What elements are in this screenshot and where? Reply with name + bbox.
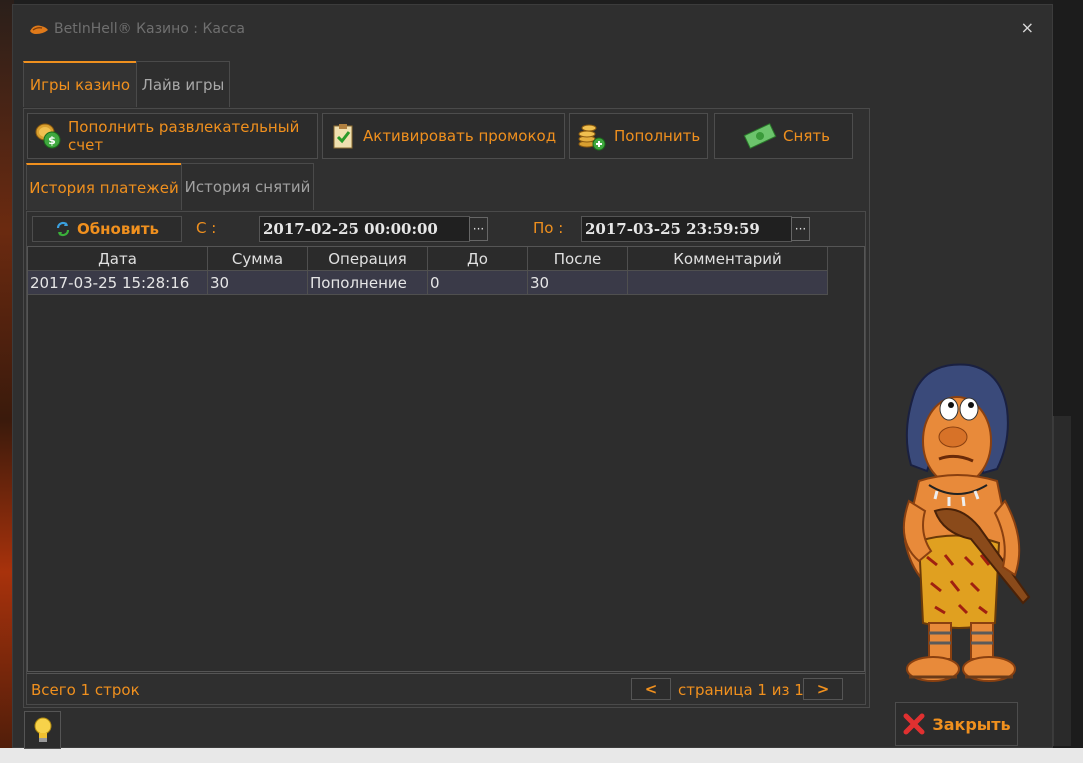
- coins-plus-icon: [578, 124, 606, 151]
- coins-dollar-icon: $: [35, 123, 61, 149]
- cell-comment: [628, 271, 828, 295]
- background-right-panel: [1053, 416, 1071, 746]
- cell-amount: 30: [208, 271, 308, 295]
- deposit-entertainment-label: Пополнить развлекательный счет: [68, 118, 300, 154]
- refresh-label: Обновить: [76, 220, 160, 238]
- date-from-picker-button[interactable]: ···: [469, 217, 488, 241]
- column-header-amount[interactable]: Сумма: [208, 247, 308, 271]
- tab-payment-history[interactable]: История платежей: [26, 163, 182, 210]
- table-row[interactable]: 2017-03-25 15:28:16 30 Пополнение 0 30: [28, 271, 828, 295]
- window-title: BetInHell® Казино : Касса: [54, 21, 245, 37]
- close-button[interactable]: Закрыть: [895, 702, 1018, 746]
- column-header-after[interactable]: После: [528, 247, 628, 271]
- title-bar[interactable]: BetInHell® Казино : Касса ×: [13, 5, 1052, 53]
- date-to-label: По :: [533, 219, 564, 237]
- app-logo-icon: [30, 25, 48, 34]
- refresh-icon: [56, 221, 70, 237]
- tab-live-games[interactable]: Лайв игры: [136, 61, 230, 107]
- cell-after: 30: [528, 271, 628, 295]
- activate-promo-button[interactable]: Активировать промокод: [322, 113, 565, 159]
- payment-history-panel: Обновить С : 2017-02-25 00:00:00 ··· По …: [26, 211, 866, 705]
- cell-date: 2017-03-25 15:28:16: [28, 271, 208, 295]
- next-page-button[interactable]: >: [803, 678, 843, 700]
- date-from-label: С :: [196, 219, 217, 237]
- activate-promo-label: Активировать промокод: [363, 127, 557, 145]
- column-header-date[interactable]: Дата: [28, 247, 208, 271]
- caveman-mascot-image: [902, 363, 1031, 682]
- tab-withdrawal-history[interactable]: История снятий: [181, 163, 314, 210]
- svg-text:$: $: [48, 134, 56, 147]
- withdraw-button[interactable]: Снять: [714, 113, 853, 159]
- close-icon: [903, 713, 925, 735]
- cashier-window: BetInHell® Казино : Касса × Игры казино …: [12, 4, 1053, 749]
- banknote-icon: [743, 123, 777, 149]
- background-bottom-edge: [0, 748, 1083, 763]
- refresh-button[interactable]: Обновить: [32, 216, 182, 242]
- deposit-button[interactable]: Пополнить: [569, 113, 708, 159]
- date-to-picker-button[interactable]: ···: [791, 217, 810, 241]
- page-indicator: страница 1 из 1: [678, 681, 804, 699]
- table-header: Дата Сумма Операция До После Комментарий: [28, 247, 828, 271]
- window-close-icon[interactable]: ×: [1021, 18, 1034, 37]
- deposit-label: Пополнить: [614, 127, 701, 145]
- cell-before: 0: [428, 271, 528, 295]
- payments-table[interactable]: Дата Сумма Операция До После Комментарий…: [27, 246, 865, 672]
- hint-button[interactable]: [24, 711, 61, 749]
- close-button-label: Закрыть: [932, 714, 1011, 734]
- clipboard-check-icon: [333, 124, 353, 149]
- status-bar: Всего 1 строк < страница 1 из 1 >: [27, 673, 865, 704]
- total-rows-label: Всего 1 строк: [31, 681, 140, 699]
- date-from-input[interactable]: 2017-02-25 00:00:00: [259, 216, 470, 242]
- main-panel: $ Пополнить развлекательный счет Активир…: [23, 108, 870, 708]
- withdraw-label: Снять: [783, 127, 830, 145]
- deposit-entertainment-button[interactable]: $ Пополнить развлекательный счет: [27, 113, 318, 159]
- column-header-operation[interactable]: Операция: [308, 247, 428, 271]
- lightbulb-icon: [34, 717, 51, 742]
- tab-casino-games[interactable]: Игры казино: [23, 61, 137, 107]
- date-to-input[interactable]: 2017-03-25 23:59:59: [581, 216, 792, 242]
- prev-page-button[interactable]: <: [631, 678, 671, 700]
- column-header-comment[interactable]: Комментарий: [628, 247, 828, 271]
- column-header-before[interactable]: До: [428, 247, 528, 271]
- cell-operation: Пополнение: [308, 271, 428, 295]
